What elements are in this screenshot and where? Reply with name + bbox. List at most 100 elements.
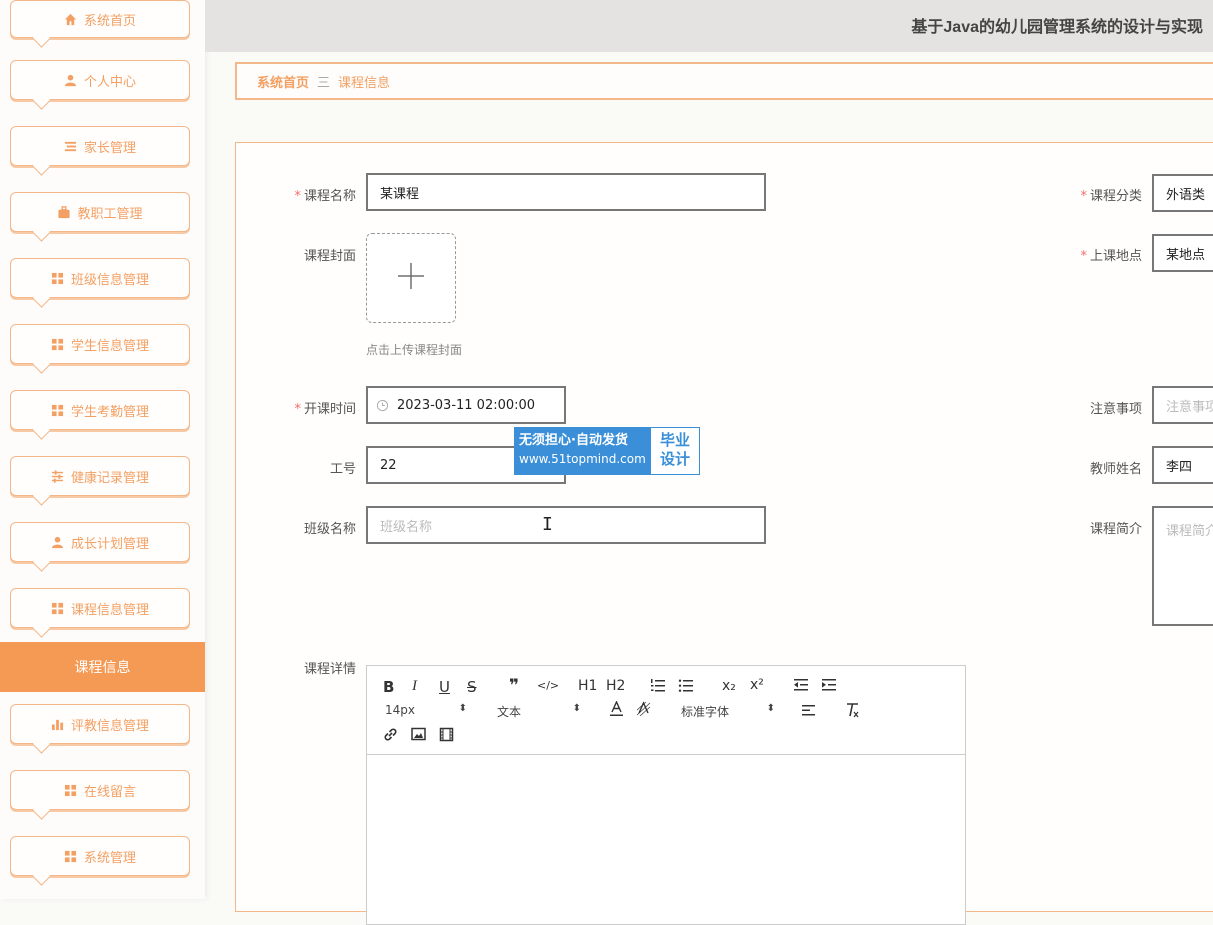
user-icon: [64, 73, 78, 87]
text-cursor-icon: I: [542, 514, 553, 535]
teacher-name-input[interactable]: 李四: [1152, 446, 1213, 484]
sidebar-item-label: 系统管理: [83, 850, 136, 866]
grid-icon: [64, 783, 78, 797]
sliders-icon: [51, 469, 65, 483]
sidebar-item-attendance[interactable]: 学生考勤管理: [10, 390, 190, 440]
bar-chart-icon: [51, 717, 65, 731]
bullet-list-icon[interactable]: [678, 678, 694, 697]
staff-id-label: 工号: [329, 462, 356, 477]
sidebar-item-health[interactable]: 健康记录管理: [10, 456, 190, 506]
h1-button[interactable]: H1: [578, 678, 597, 694]
sidebar-item-label: 评教信息管理: [70, 718, 149, 734]
sidebar-item-system[interactable]: 系统管理: [10, 836, 190, 886]
course-intro-label: 课程简介: [1089, 522, 1142, 537]
font-family-select[interactable]: 标准字体 ⬍: [681, 703, 775, 719]
grid-icon: [51, 601, 65, 615]
teacher-name-label: 教师姓名: [1089, 462, 1142, 477]
sidebar-item-messages[interactable]: 在线留言: [10, 770, 190, 820]
watermark-badge1: 毕业: [659, 431, 690, 449]
sidebar-item-home[interactable]: 系统首页: [10, 0, 190, 48]
sidebar-item-label: 系统首页: [83, 13, 136, 29]
notes-label: 注意事项: [1089, 402, 1142, 417]
sidebar: 系统首页 个人中心 家长管理 教职工管理 班级信息管理 学生信息管理 学生考勤管…: [0, 0, 205, 899]
h2-button[interactable]: H2: [606, 678, 625, 694]
course-intro-textarea[interactable]: 课程简介: [1152, 506, 1213, 626]
sidebar-item-class-info[interactable]: 班级信息管理: [10, 258, 190, 308]
user-icon: [51, 535, 65, 549]
sidebar-item-course-info[interactable]: 课程信息管理: [10, 588, 190, 638]
font-size-select[interactable]: 14px ⬍: [385, 703, 467, 719]
sidebar-item-label: 个人中心: [83, 74, 136, 90]
sidebar-subitem-course-info[interactable]: 课程信息: [0, 642, 205, 692]
ordered-list-icon[interactable]: [650, 678, 666, 697]
sidebar-item-label: 教职工管理: [77, 206, 143, 222]
class-name-input[interactable]: 班级名称: [366, 506, 766, 544]
sidebar-item-evaluation[interactable]: 评教信息管理: [10, 704, 190, 754]
start-time-label: * 开课时间: [294, 402, 356, 417]
image-icon[interactable]: [411, 727, 426, 745]
watermark-badge: 无须担心·自动发货 www.51topmind.com 毕业 设计: [514, 427, 700, 475]
sidebar-item-parents[interactable]: 家长管理: [10, 126, 190, 176]
block-type-select[interactable]: 文本 ⬍: [497, 703, 581, 719]
course-name-label: * 课程名称: [294, 189, 356, 204]
breadcrumb-home[interactable]: 系统首页: [257, 72, 309, 91]
location-input[interactable]: 某地点: [1152, 234, 1213, 272]
sidebar-item-label: 在线留言: [83, 784, 136, 800]
breadcrumb: 系统首页 三 课程信息: [235, 62, 1213, 100]
breadcrumb-current: 课程信息: [338, 75, 391, 91]
course-cover-label: 课程封面: [303, 249, 356, 264]
sidebar-item-label: 健康记录管理: [70, 470, 149, 486]
home-icon: [64, 12, 78, 26]
notes-input[interactable]: 注意事项: [1152, 386, 1213, 424]
course-category-label: * 课程分类: [1080, 189, 1142, 204]
course-detail-label: 课程详情: [303, 662, 356, 677]
editor-toolbar: B I U S ❞ </> H1 H2 x₂ x² 14px ⬍ 文本 ⬍ 标准…: [367, 666, 965, 755]
sidebar-item-label: 班级信息管理: [70, 272, 149, 288]
course-category-select[interactable]: 外语类: [1152, 174, 1213, 212]
background-color-icon[interactable]: [636, 701, 651, 721]
cover-upload-hint: 点击上传课程封面: [366, 343, 463, 357]
strike-button[interactable]: S: [467, 678, 477, 696]
outdent-icon[interactable]: [793, 678, 809, 696]
start-time-picker[interactable]: 2023-03-11 02:00:00: [366, 386, 566, 424]
sidebar-item-label: 学生信息管理: [70, 338, 149, 354]
sidebar-subitem-label: 课程信息: [74, 660, 131, 676]
class-name-label: 班级名称: [303, 522, 356, 537]
location-label: * 上课地点: [1080, 249, 1142, 264]
sidebar-item-label: 成长计划管理: [70, 536, 149, 552]
grid-icon: [51, 337, 65, 351]
sidebar-item-staff[interactable]: 教职工管理: [10, 192, 190, 242]
sidebar-item-label: 课程信息管理: [70, 602, 149, 618]
bold-button[interactable]: B: [383, 678, 394, 696]
link-icon[interactable]: [383, 727, 398, 746]
indent-icon[interactable]: [821, 678, 837, 696]
clear-format-icon[interactable]: [845, 702, 860, 722]
sidebar-item-growth-plan[interactable]: 成长计划管理: [10, 522, 190, 572]
code-block-button[interactable]: </>: [537, 679, 559, 692]
course-name-input[interactable]: 某课程: [366, 173, 766, 211]
briefcase-icon: [57, 205, 71, 219]
text-color-icon[interactable]: [609, 700, 624, 721]
plus-icon: [397, 262, 425, 294]
watermark-line2: www.51topmind.com: [519, 452, 646, 466]
sidebar-item-label: 学生考勤管理: [70, 404, 149, 420]
watermark-line1: 无须担心·自动发货: [519, 433, 628, 448]
top-header: 基于Java的幼儿园管理系统的设计与实现: [205, 0, 1213, 52]
superscript-button[interactable]: x²: [750, 677, 764, 693]
underline-button[interactable]: U: [439, 678, 450, 696]
video-icon[interactable]: [439, 727, 454, 746]
sidebar-item-personal-center[interactable]: 个人中心: [10, 60, 190, 110]
start-time-value: 2023-03-11 02:00:00: [397, 397, 536, 413]
grid-icon: [64, 849, 78, 863]
subscript-button[interactable]: x₂: [722, 678, 736, 694]
grid-icon: [51, 403, 65, 417]
cover-upload[interactable]: [366, 233, 456, 323]
align-icon[interactable]: [801, 704, 816, 721]
breadcrumb-separator: 三: [317, 75, 331, 91]
blockquote-button[interactable]: ❞: [509, 676, 519, 696]
editor-content-area[interactable]: [367, 755, 965, 925]
grid-icon: [51, 271, 65, 285]
sidebar-item-student-info[interactable]: 学生信息管理: [10, 324, 190, 374]
italic-button[interactable]: I: [412, 678, 417, 695]
list-icon: [64, 139, 78, 153]
